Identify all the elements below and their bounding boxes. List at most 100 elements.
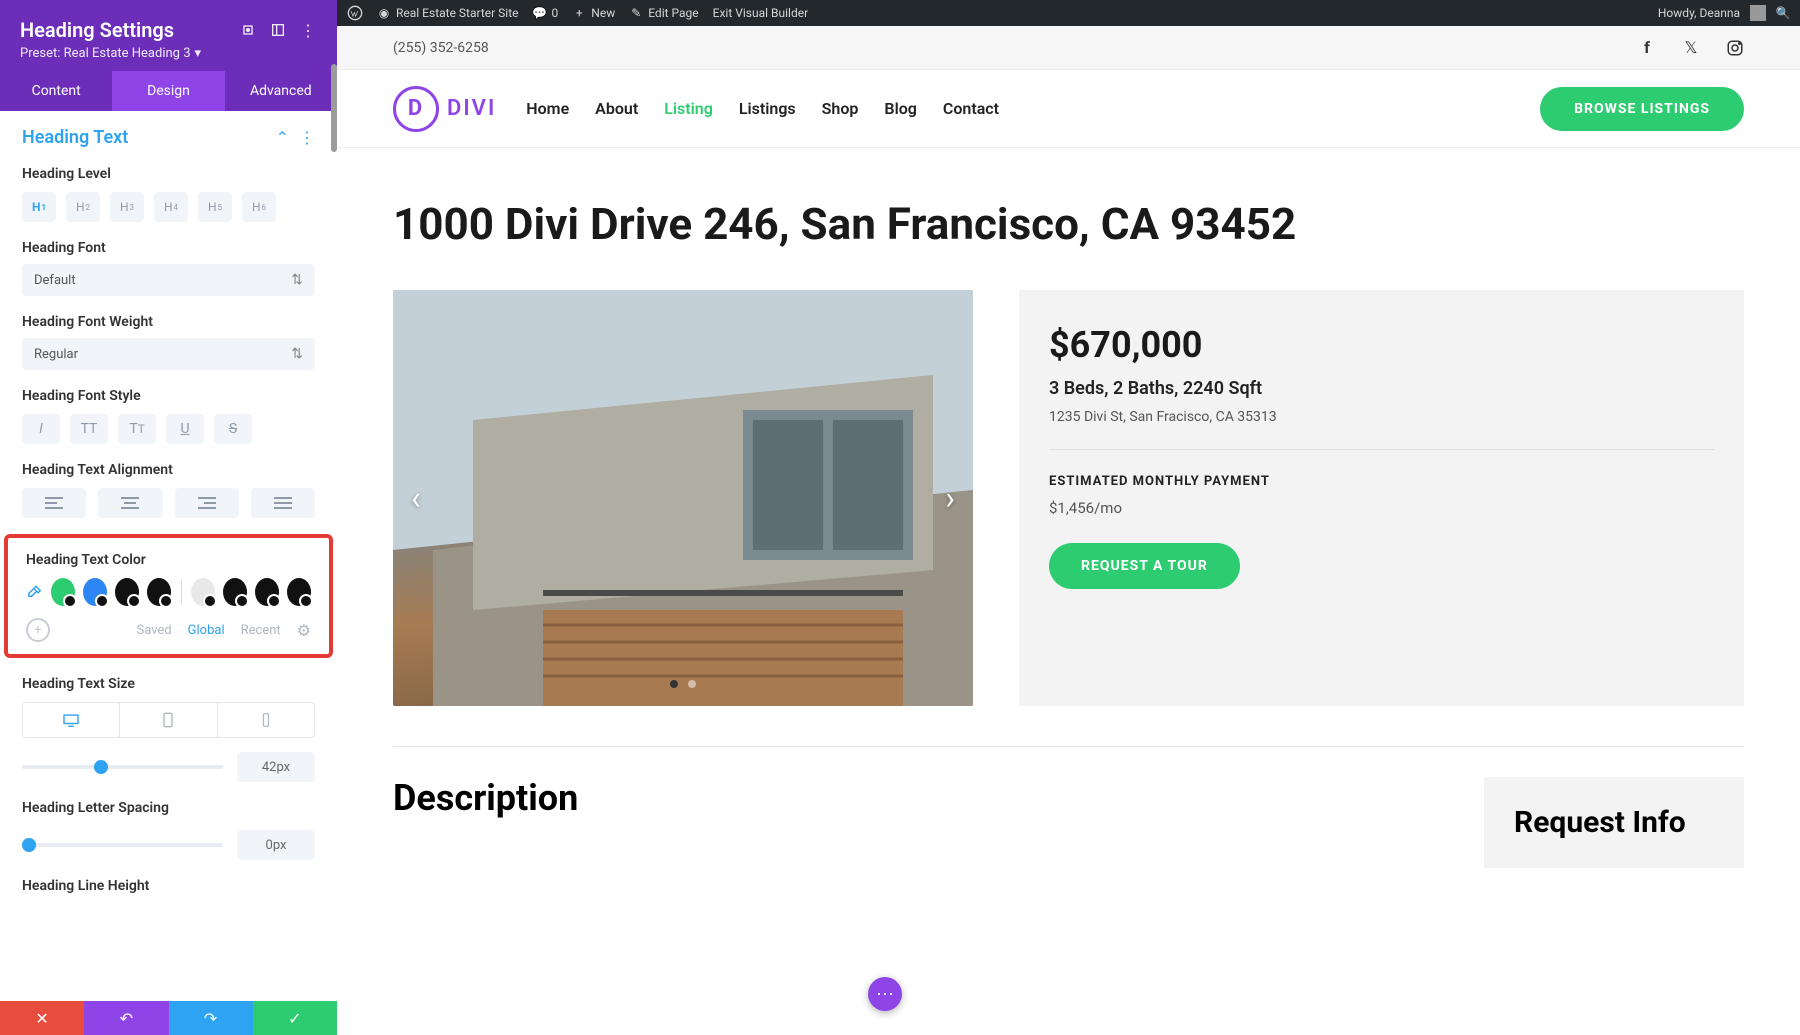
section-heading-text[interactable]: Heading Text (22, 127, 266, 148)
sidebar-footer: ✕ ↶ ↷ ✓ (0, 1001, 337, 1035)
label-heading-size: Heading Text Size (22, 676, 315, 692)
label-line-height: Heading Line Height (22, 878, 315, 894)
search-icon[interactable]: 🔍 (1776, 6, 1790, 20)
request-tour-button[interactable]: REQUEST A TOUR (1049, 543, 1240, 589)
color-swatch-blue[interactable] (83, 578, 107, 606)
label-heading-align: Heading Text Alignment (22, 462, 315, 478)
sidebar-title: Heading Settings (20, 18, 227, 42)
layout-icon[interactable] (269, 21, 287, 39)
listing-address: 1235 Divi St, San Fracisco, CA 35313 (1049, 409, 1714, 425)
wp-site-name[interactable]: ◉Real Estate Starter Site (377, 6, 519, 20)
nav-listings[interactable]: Listings (739, 99, 796, 118)
heading-level-h4[interactable]: H4 (154, 192, 188, 222)
nav-about[interactable]: About (595, 99, 638, 118)
redo-button[interactable]: ↷ (169, 1001, 253, 1035)
letter-value[interactable]: 0px (237, 830, 315, 860)
eyedropper-icon[interactable] (26, 582, 43, 602)
align-justify[interactable] (251, 488, 315, 518)
gallery-dots (670, 680, 696, 688)
listing-gallery: ‹ › (393, 290, 973, 706)
letter-slider[interactable] (22, 843, 223, 847)
style-italic[interactable]: I (22, 414, 60, 444)
x-icon[interactable]: 𝕏 (1682, 39, 1700, 57)
panel-body: Heading Text ⌃ ⋮ Heading Level H1 H2 H3 … (0, 111, 337, 1001)
preset-selector[interactable]: Preset: Real Estate Heading 3▾ (20, 46, 317, 61)
heading-level-h5[interactable]: H5 (198, 192, 232, 222)
undo-button[interactable]: ↶ (84, 1001, 168, 1035)
phone-number: (255) 352-6258 (393, 40, 489, 56)
color-tab-global[interactable]: Global (188, 623, 225, 638)
site-logo[interactable]: D DIVI (393, 86, 496, 132)
size-slider[interactable] (22, 765, 223, 769)
color-swatch-black-2[interactable] (147, 578, 171, 606)
color-tab-saved[interactable]: Saved (137, 623, 172, 638)
style-uppercase[interactable]: TT (70, 414, 108, 444)
section-more-icon[interactable]: ⋮ (299, 128, 315, 147)
browse-listings-button[interactable]: BROWSE LISTINGS (1540, 87, 1744, 131)
tab-content[interactable]: Content (0, 71, 112, 111)
collapse-icon[interactable]: ⌃ (276, 128, 289, 147)
est-payment-value: $1,456/mo (1049, 499, 1714, 517)
color-swatch-black-3[interactable] (223, 578, 247, 606)
nav-home[interactable]: Home (526, 99, 569, 118)
font-select[interactable]: Default⇅ (22, 264, 315, 296)
style-smallcaps[interactable]: TT (118, 414, 156, 444)
wp-new[interactable]: +New (572, 6, 615, 20)
heading-level-h3[interactable]: H3 (110, 192, 144, 222)
color-swatch-black-4[interactable] (255, 578, 279, 606)
size-value[interactable]: 42px (237, 752, 315, 782)
device-phone[interactable] (218, 703, 314, 737)
swatch-separator (181, 580, 182, 604)
device-desktop[interactable] (23, 703, 120, 737)
cancel-button[interactable]: ✕ (0, 1001, 84, 1035)
wp-comments[interactable]: 💬0 (533, 6, 559, 20)
heading-level-h6[interactable]: H6 (242, 192, 276, 222)
align-left[interactable] (22, 488, 86, 518)
gallery-prev[interactable]: ‹ (411, 479, 421, 517)
wp-edit-page[interactable]: ✎Edit Page (629, 6, 698, 20)
pencil-icon: ✎ (629, 6, 643, 20)
facebook-icon[interactable]: f (1638, 39, 1656, 57)
color-settings-icon[interactable]: ⚙ (297, 621, 311, 640)
more-icon[interactable]: ⋮ (299, 21, 317, 39)
label-letter-spacing: Heading Letter Spacing (22, 800, 315, 816)
nav-listing[interactable]: Listing (664, 99, 713, 118)
color-tab-recent[interactable]: Recent (241, 623, 281, 638)
nav-blog[interactable]: Blog (884, 99, 916, 118)
add-color-button[interactable]: + (26, 618, 50, 642)
nav-links: Home About Listing Listings Shop Blog Co… (526, 99, 999, 118)
gallery-dot-1[interactable] (670, 680, 678, 688)
gallery-next[interactable]: › (945, 479, 955, 517)
heading-text-color-section: Heading Text Color + Saved Global Recent (4, 534, 333, 658)
color-swatch-light[interactable] (191, 578, 215, 606)
style-underline[interactable]: U (166, 414, 204, 444)
style-strike[interactable]: S (214, 414, 252, 444)
price-card: $670,000 3 Beds, 2 Baths, 2240 Sqft 1235… (1019, 290, 1744, 706)
color-swatch-black-5[interactable] (287, 578, 311, 606)
site-topbar: (255) 352-6258 f 𝕏 (337, 26, 1800, 70)
instagram-icon[interactable] (1726, 39, 1744, 57)
heading-level-h1[interactable]: H1 (22, 192, 56, 222)
align-center[interactable] (98, 488, 162, 518)
nav-shop[interactable]: Shop (822, 99, 859, 118)
builder-fab[interactable]: ⋯ (868, 977, 902, 1011)
nav-contact[interactable]: Contact (943, 99, 999, 118)
gallery-dot-2[interactable] (688, 680, 696, 688)
align-right[interactable] (175, 488, 239, 518)
scrollbar[interactable] (331, 64, 337, 152)
wp-exit-builder[interactable]: Exit Visual Builder (713, 6, 809, 20)
device-tablet[interactable] (120, 703, 217, 737)
weight-select[interactable]: Regular⇅ (22, 338, 315, 370)
wp-avatar[interactable] (1750, 5, 1766, 21)
wp-logo[interactable] (347, 5, 363, 21)
tab-advanced[interactable]: Advanced (225, 71, 337, 111)
color-swatch-green[interactable] (51, 578, 75, 606)
page-title: 1000 Divi Drive 246, San Francisco, CA 9… (393, 198, 1744, 250)
save-button[interactable]: ✓ (253, 1001, 337, 1035)
color-swatch-black-1[interactable] (115, 578, 139, 606)
heading-level-h2[interactable]: H2 (66, 192, 100, 222)
tab-design[interactable]: Design (112, 71, 224, 111)
expand-icon[interactable] (239, 21, 257, 39)
listing-specs: 3 Beds, 2 Baths, 2240 Sqft (1049, 378, 1714, 399)
wp-howdy[interactable]: Howdy, Deanna (1658, 6, 1740, 20)
